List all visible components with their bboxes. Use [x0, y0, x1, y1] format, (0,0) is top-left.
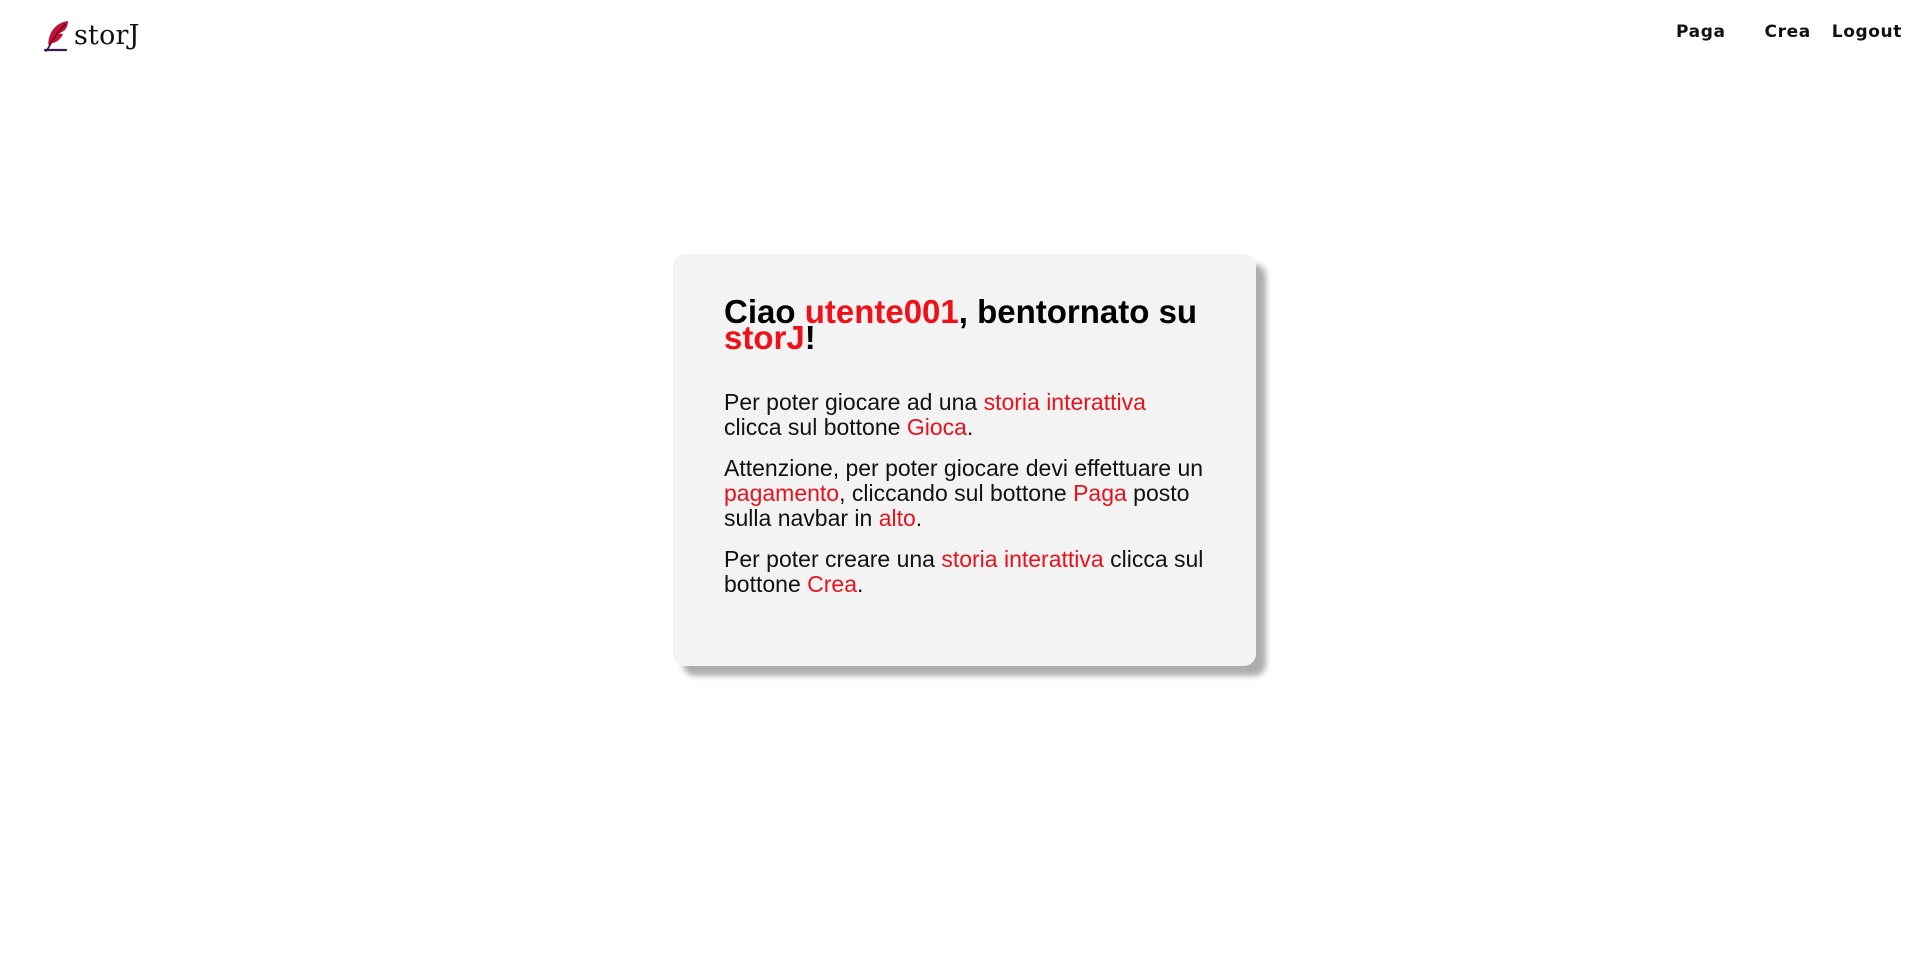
nav-link-crea[interactable]: Crea — [1765, 20, 1811, 44]
text-fragment: Per poter giocare ad una — [724, 389, 984, 415]
text-fragment: . — [966, 414, 974, 440]
create-instructions: Per poter creare una storia interattiva … — [724, 547, 1206, 597]
brand-name: storJ — [74, 20, 140, 51]
text-fragment: . — [915, 505, 923, 531]
highlight-pagamento: pagamento — [724, 480, 840, 506]
payment-instructions: Attenzione, per poter giocare devi effet… — [724, 456, 1206, 531]
text-fragment: . — [857, 571, 864, 597]
username-highlight: utente001 — [804, 293, 959, 330]
welcome-card: Ciao utente001, bentornato su storJ! Per… — [673, 254, 1256, 666]
highlight-gioca: Gioca — [906, 414, 967, 440]
play-instructions: Per poter giocare ad una storia interatt… — [724, 390, 1206, 440]
heading-middle: , bentornato su — [958, 293, 1198, 330]
highlight-alto: alto — [878, 505, 916, 531]
nav-links: Paga Crea Logout — [1676, 20, 1902, 44]
highlight-storia-interattiva: storia interattiva — [941, 546, 1104, 572]
text-fragment: clicca sul bottone — [724, 414, 907, 440]
quill-icon — [42, 19, 72, 53]
highlight-crea: Crea — [807, 571, 857, 597]
navbar: storJ Paga Crea Logout — [0, 0, 1918, 72]
nav-link-paga[interactable]: Paga — [1676, 20, 1726, 44]
text-fragment: Attenzione, per poter giocare devi effet… — [724, 455, 1204, 481]
brand-logo[interactable]: storJ — [42, 18, 140, 54]
text-fragment: , cliccando sul bottone — [839, 480, 1074, 506]
highlight-paga: Paga — [1073, 480, 1127, 506]
site-name-highlight: storJ — [724, 319, 805, 356]
text-fragment: Per poter creare una — [724, 546, 942, 572]
nav-link-logout[interactable]: Logout — [1832, 20, 1902, 44]
heading-end: ! — [804, 319, 816, 356]
welcome-heading: Ciao utente001, bentornato su storJ! — [724, 295, 1206, 354]
highlight-storia-interattiva: storia interattiva — [983, 389, 1146, 415]
